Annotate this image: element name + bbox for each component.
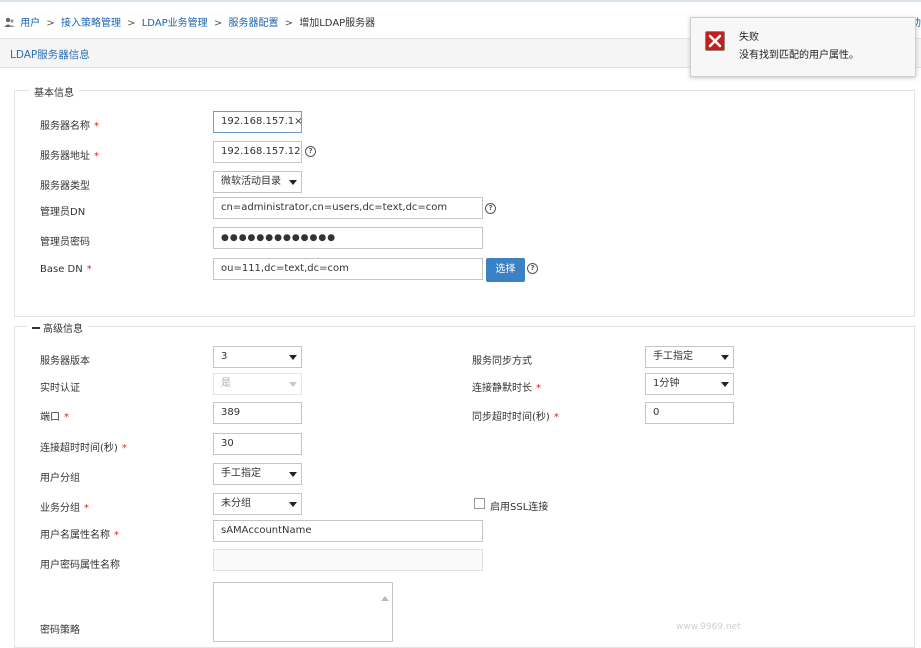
password-attr-label: 用户密码属性名称 [40,556,120,571]
password-attr-input[interactable] [213,549,483,571]
user-group-select[interactable]: 手工指定 [213,463,302,485]
server-name-label: 服务器名称* [40,117,99,132]
chevron-down-icon [721,382,729,387]
breadcrumb-link-user[interactable]: 用户 [20,18,40,29]
select-base-dn-button[interactable]: 选择 [486,258,525,282]
port-label: 端口* [40,408,69,423]
admin-password-label: 管理员密码 [40,233,90,248]
toast-message: 没有找到匹配的用户属性。 [739,46,859,61]
realtime-auth-value: 是 [221,378,231,389]
admin-dn-input[interactable]: cn=administrator,cn=users,dc=text,dc=com [213,197,483,219]
admin-dn-label: 管理员DN [40,203,85,218]
chevron-down-icon [721,355,729,360]
server-type-label: 服务器类型 [40,177,90,192]
idle-duration-select[interactable]: 1分钟 [645,373,734,395]
chevron-down-icon [289,382,297,387]
breadcrumb-current: 增加LDAP服务器 [299,18,375,29]
server-version-select[interactable]: 3 [213,346,302,368]
server-address-label: 服务器地址* [40,147,99,162]
breadcrumb-link-server-config[interactable]: 服务器配置 [228,18,278,29]
toast-title: 失败 [739,28,759,43]
advanced-info-legend[interactable]: 高级信息 [27,320,88,335]
collapse-icon [32,327,40,329]
chevron-down-icon [289,180,297,185]
sync-timeout-input[interactable]: 0 [645,402,734,424]
conn-timeout-label: 连接超时时间(秒)* [40,439,127,454]
realtime-auth-select: 是 [213,373,302,395]
server-name-input[interactable]: 192.168.157.1× [213,111,302,133]
user-icon [4,17,15,28]
server-version-label: 服务器版本 [40,352,90,367]
help-question-icon[interactable]: ? [527,263,538,274]
breadcrumb-separator: > [127,18,135,29]
idle-duration-label: 连接静默时长* [472,379,541,394]
sync-mode-label: 服务同步方式 [472,352,532,367]
help-question-icon[interactable]: ? [305,146,316,157]
sync-mode-value: 手工指定 [653,351,693,362]
service-group-value: 未分组 [221,498,251,509]
page-title: LDAP服务器信息 [10,47,90,62]
breadcrumb-link-ldap-service[interactable]: LDAP业务管理 [142,18,208,29]
breadcrumb-link-access-policy[interactable]: 接入策略管理 [61,18,121,29]
breadcrumb-separator: > [214,18,222,29]
breadcrumb: 用户 > 接入策略管理 > LDAP业务管理 > 服务器配置 > 增加LDAP服… [4,14,375,30]
breadcrumb-separator: > [285,18,293,29]
base-dn-input[interactable]: ou=111,dc=text,dc=com [213,258,483,280]
error-close-icon [705,31,725,51]
user-group-value: 手工指定 [221,468,261,479]
server-type-select[interactable]: 微软活动目录 [213,171,302,193]
top-border [0,0,921,2]
scroll-up-icon[interactable] [381,596,389,601]
error-toast: 失败 没有找到匹配的用户属性。 [690,17,916,77]
username-attr-input[interactable]: sAMAccountName [213,520,483,542]
username-attr-label: 用户名属性名称* [40,526,119,541]
ssl-checkbox[interactable] [474,498,485,509]
conn-timeout-input[interactable]: 30 [213,433,302,455]
admin-password-input[interactable]: ●●●●●●●●●●●●● [213,227,483,249]
chevron-down-icon [289,502,297,507]
help-question-icon[interactable]: ? [485,203,496,214]
password-policy-label: 密码策略 [40,621,80,636]
ssl-label: 启用SSL连接 [490,498,548,513]
basic-info-legend: 基本信息 [29,84,79,99]
port-input[interactable]: 389 [213,402,302,424]
password-policy-textarea[interactable] [213,582,393,642]
breadcrumb-separator: > [46,18,54,29]
sync-mode-select[interactable]: 手工指定 [645,346,734,368]
server-type-value: 微软活动目录 [221,176,281,187]
sync-timeout-label: 同步超时时间(秒)* [472,408,559,423]
service-group-label: 业务分组* [40,499,89,514]
watermark: www.9969.net [676,622,741,632]
server-address-input[interactable]: 192.168.157.128 [213,141,302,163]
realtime-auth-label: 实时认证 [40,379,80,394]
service-group-select[interactable]: 未分组 [213,493,302,515]
advanced-info-panel: 高级信息 [14,326,915,648]
base-dn-label: Base DN* [40,264,92,275]
user-group-label: 用户分组 [40,469,80,484]
server-version-value: 3 [221,351,227,362]
chevron-down-icon [289,355,297,360]
chevron-down-icon [289,472,297,477]
idle-duration-value: 1分钟 [653,378,679,389]
